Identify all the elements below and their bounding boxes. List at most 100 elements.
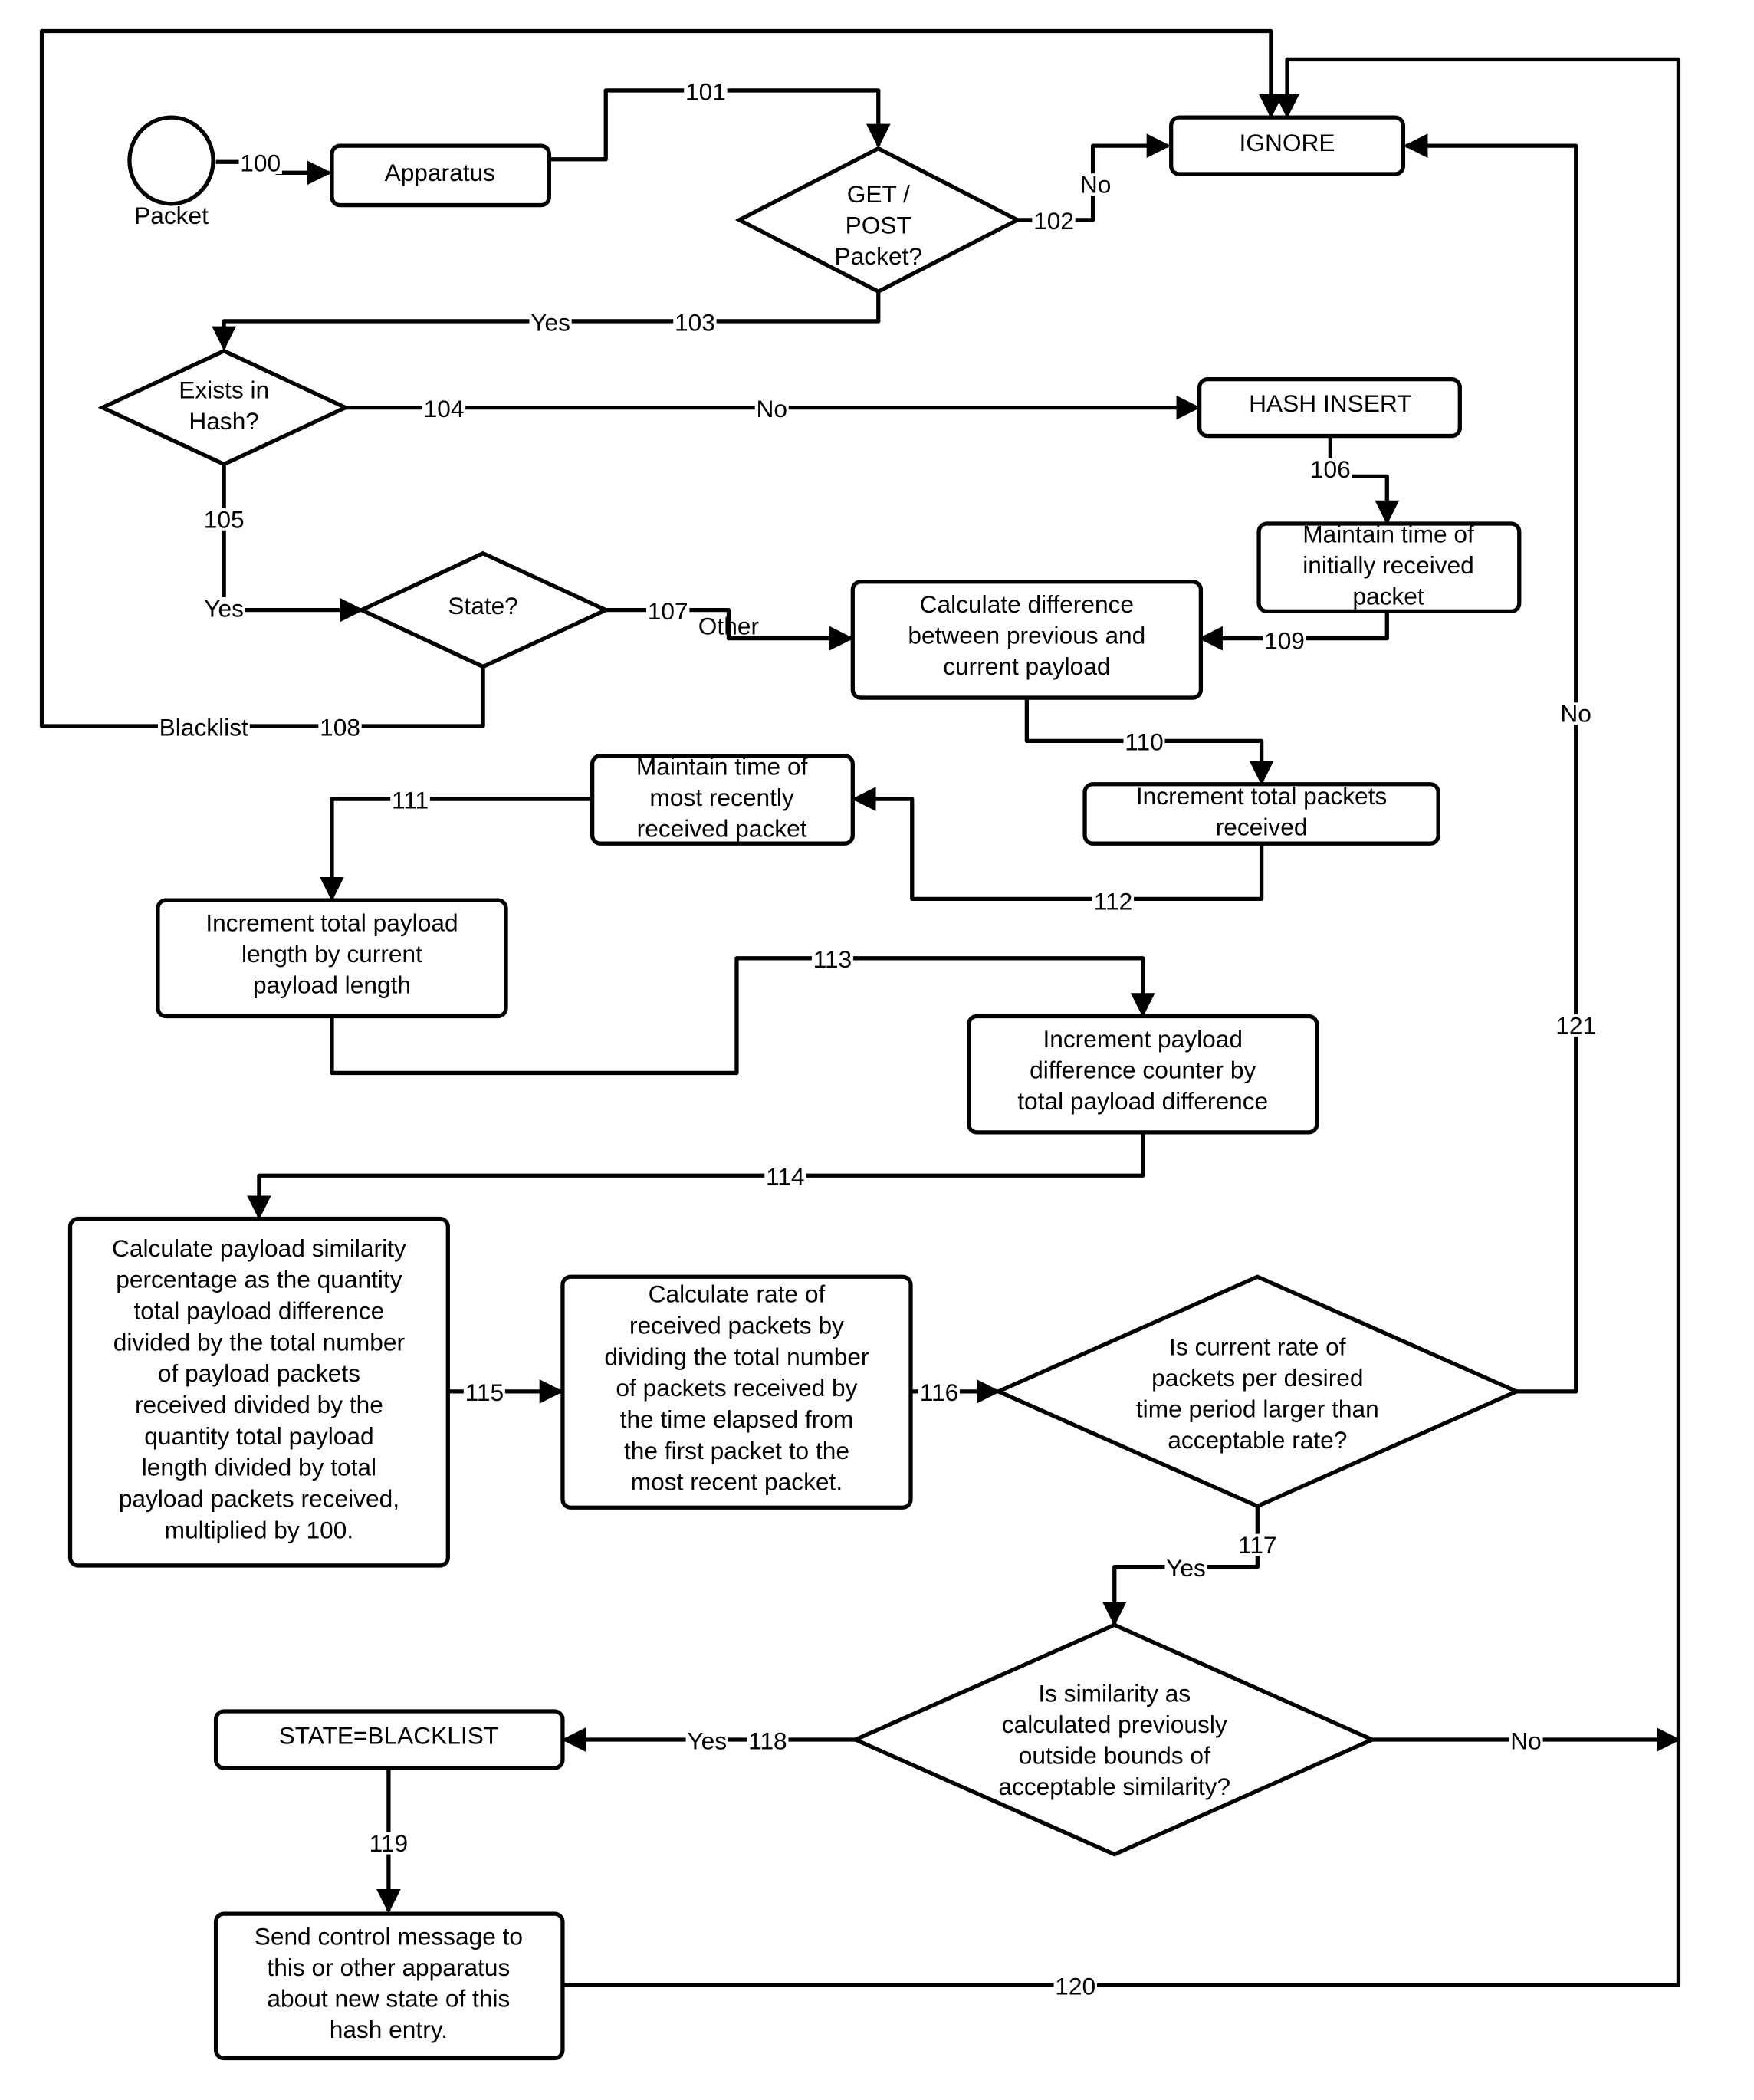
node-text-line: HASH INSERT	[1249, 389, 1411, 417]
edge-111	[320, 797, 593, 902]
node-calc-rate-text: Calculate rate of received packets by divi…	[604, 1280, 869, 1496]
node-text-line: most recent packet.	[631, 1468, 843, 1496]
node-text-line: Calculate payload similarity	[112, 1234, 406, 1262]
edge-label-120: 120	[1055, 1973, 1095, 2000]
node-text-line: Maintain time of	[1302, 521, 1474, 548]
edge-label-102: 102	[1033, 207, 1074, 235]
edge-label-110: 110	[1125, 728, 1163, 756]
node-send-control[interactable]: Send control message to this or other app…	[213, 1911, 565, 2061]
node-ignore-text: IGNORE	[1240, 129, 1335, 156]
node-calc-similarity[interactable]: Calculate payload similarity percentage a…	[67, 1216, 450, 1568]
node-text-line: packet	[1352, 583, 1424, 610]
node-text-line: STATE=BLACKLIST	[279, 1721, 499, 1749]
edge-label-114: 114	[766, 1163, 804, 1191]
node-text-line: about new state of this	[267, 1985, 510, 2013]
node-maintain-initial[interactable]: Maintain time of initially received packet	[1256, 521, 1522, 614]
node-text-line: Is similarity as	[1038, 1680, 1191, 1707]
edge-label-117: 117	[1238, 1531, 1276, 1559]
edge-label-100: 100	[240, 150, 281, 177]
node-increment-length[interactable]: Increment total payload length by current…	[156, 898, 508, 1019]
node-text-line: of packets received by	[616, 1374, 857, 1402]
node-text-line: the first packet to the	[624, 1437, 849, 1464]
node-rate-check-decision[interactable]: Is current rate of packets per desired tim…	[993, 1274, 1522, 1509]
node-ignore[interactable]: IGNORE	[1169, 115, 1406, 176]
node-hash-insert-text: HASH INSERT	[1249, 389, 1411, 417]
node-text-line: Increment payload	[1043, 1025, 1243, 1053]
edge-label-104: 104	[424, 395, 465, 422]
edge-label-116: 116	[920, 1379, 958, 1406]
node-state-decision[interactable]: State?	[356, 550, 611, 669]
node-hash-insert[interactable]: HASH INSERT	[1197, 376, 1462, 439]
node-calc-rate[interactable]: Calculate rate of received packets by divi…	[560, 1274, 913, 1510]
node-text-line: percentage as the quantity	[116, 1266, 402, 1293]
node-text-line: initially received	[1302, 551, 1474, 579]
node-state-blacklist[interactable]: STATE=BLACKLIST	[213, 1709, 565, 1770]
node-text-line: received packet	[637, 814, 807, 842]
node-calc-difference[interactable]: Calculate difference between previous and…	[850, 580, 1204, 700]
edge-label-101: 101	[685, 77, 726, 105]
node-text-line: packets per desired	[1151, 1364, 1363, 1392]
node-increment-packets[interactable]: Increment total packets received	[1082, 782, 1440, 846]
node-text-line: received packets by	[629, 1312, 844, 1339]
node-text-line: this or other apparatus	[267, 1954, 510, 1981]
packet-label: Packet	[134, 202, 209, 229]
edge-condition-similarity-no: No	[1510, 1727, 1541, 1754]
node-state-blacklist-text: STATE=BLACKLIST	[279, 1721, 499, 1749]
edge-condition-107: Other	[698, 612, 760, 639]
node-text-line: Apparatus	[385, 159, 495, 186]
node-text-line: GET /	[847, 180, 910, 208]
edge-condition-105: Yes	[204, 594, 244, 622]
node-maintain-recent[interactable]: Maintain time of most recently received pa…	[590, 752, 855, 846]
node-text-line: difference counter by	[1030, 1056, 1256, 1083]
node-text-line: payload length	[253, 971, 411, 999]
edge-label-121: 121	[1555, 1011, 1596, 1039]
node-apparatus-text: Apparatus	[385, 159, 495, 186]
node-packet[interactable]: Packet	[127, 115, 215, 229]
node-calc-difference-text: Calculate difference between previous and…	[908, 590, 1145, 680]
packet-circle	[127, 115, 215, 206]
edge-105	[222, 464, 364, 623]
edge-label-107: 107	[648, 597, 688, 625]
node-text-line: quantity total payload	[144, 1422, 373, 1450]
node-text-line: the time elapsed from	[620, 1405, 854, 1433]
node-text-line: Increment total payload	[205, 909, 458, 937]
node-text-line: received divided by the	[135, 1391, 383, 1418]
edge-label-118: 118	[748, 1727, 787, 1754]
node-text-line: State?	[448, 592, 518, 619]
edge-condition-108: Blacklist	[159, 713, 248, 741]
edge-label-105: 105	[204, 505, 245, 533]
node-text-line: Calculate rate of	[649, 1280, 826, 1308]
edge-condition-117: Yes	[1166, 1554, 1206, 1582]
node-text-line: multiplied by 100.	[165, 1516, 353, 1543]
node-text-line: Is current rate of	[1169, 1333, 1346, 1360]
node-text-line: outside bounds of	[1019, 1742, 1210, 1770]
node-exists-hash-decision[interactable]: Exists in Hash?	[97, 348, 350, 467]
node-text-line: most recently	[649, 784, 793, 811]
node-apparatus[interactable]: Apparatus	[330, 143, 551, 208]
node-get-post-decision[interactable]: GET / POST Packet?	[734, 146, 1022, 294]
node-text-line: between previous and	[908, 622, 1145, 649]
edge-condition-118: Yes	[687, 1727, 727, 1754]
edge-label-108: 108	[320, 713, 360, 741]
node-text-line: IGNORE	[1240, 129, 1335, 156]
node-text-line: time period larger than	[1136, 1395, 1379, 1422]
node-text-line: payload packets received,	[119, 1485, 399, 1513]
node-text-line: acceptable similarity?	[998, 1773, 1230, 1800]
edge-condition-103: Yes	[530, 308, 570, 336]
node-text-line: length by current	[241, 940, 422, 968]
node-text-line: length divided by total	[142, 1454, 376, 1481]
node-text-line: Packet?	[835, 242, 922, 270]
node-text-line: dividing the total number	[604, 1342, 869, 1370]
node-increment-diff[interactable]: Increment payload difference counter by to…	[967, 1014, 1319, 1135]
node-text-line: of payload packets	[158, 1359, 360, 1387]
node-state-text: State?	[448, 592, 518, 619]
node-text-line: Send control message to	[255, 1923, 523, 1950]
edge-121	[1403, 133, 1578, 1394]
node-similarity-check-decision[interactable]: Is similarity as calculated previously out…	[850, 1622, 1378, 1857]
edge-label-112: 112	[1094, 887, 1132, 915]
flowchart-canvas: Packet Apparatus GET / POST Packet? IGNORE…	[39, 28, 1681, 2061]
edge-label-103: 103	[675, 308, 715, 336]
edge-label-109: 109	[1264, 627, 1305, 655]
node-text-line: acceptable rate?	[1168, 1426, 1347, 1454]
node-text-line: Hash?	[189, 407, 259, 435]
